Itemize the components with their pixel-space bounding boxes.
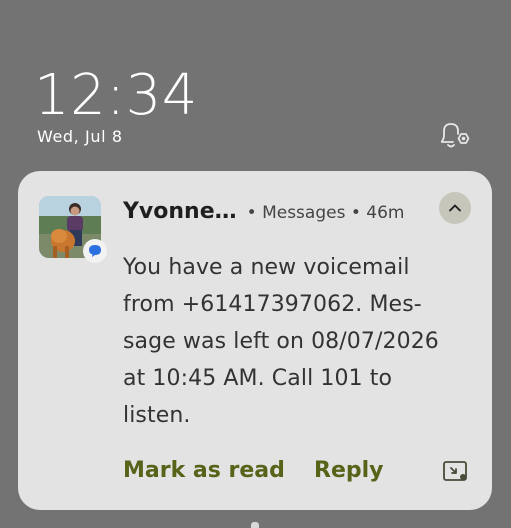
messages-app-icon <box>83 239 107 263</box>
notification-settings-icon[interactable] <box>438 120 472 152</box>
notification-header: Yvonne… • Messages • 46m <box>123 199 404 224</box>
notification-body: You have a new voicemail from +614173970… <box>123 249 463 434</box>
picture-in-picture-icon <box>443 461 467 481</box>
lockscreen-date: Wed, Jul 8 <box>37 127 123 146</box>
body-line: listen. <box>123 403 191 428</box>
body-line: from +61417397062. Mes- <box>123 292 422 317</box>
body-line: at 10:45 AM. Call 101 to <box>123 366 393 391</box>
collapse-button[interactable] <box>439 192 471 224</box>
body-line: sage was left on 08/07/2026 <box>123 329 439 354</box>
reply-button[interactable]: Reply <box>314 456 384 486</box>
app-meta: • Messages • 46m <box>246 203 405 223</box>
chevron-up-icon <box>449 204 461 212</box>
lockscreen-clock: 12:34 <box>34 63 198 128</box>
bottom-hint <box>251 522 259 528</box>
picture-in-picture-button[interactable] <box>442 460 470 484</box>
notification-card[interactable]: Yvonne… • Messages • 46m You have a new … <box>18 171 492 510</box>
mark-as-read-button[interactable]: Mark as read <box>123 456 285 486</box>
sender-name: Yvonne… <box>123 199 237 224</box>
body-line: You have a new voicemail <box>123 255 410 280</box>
